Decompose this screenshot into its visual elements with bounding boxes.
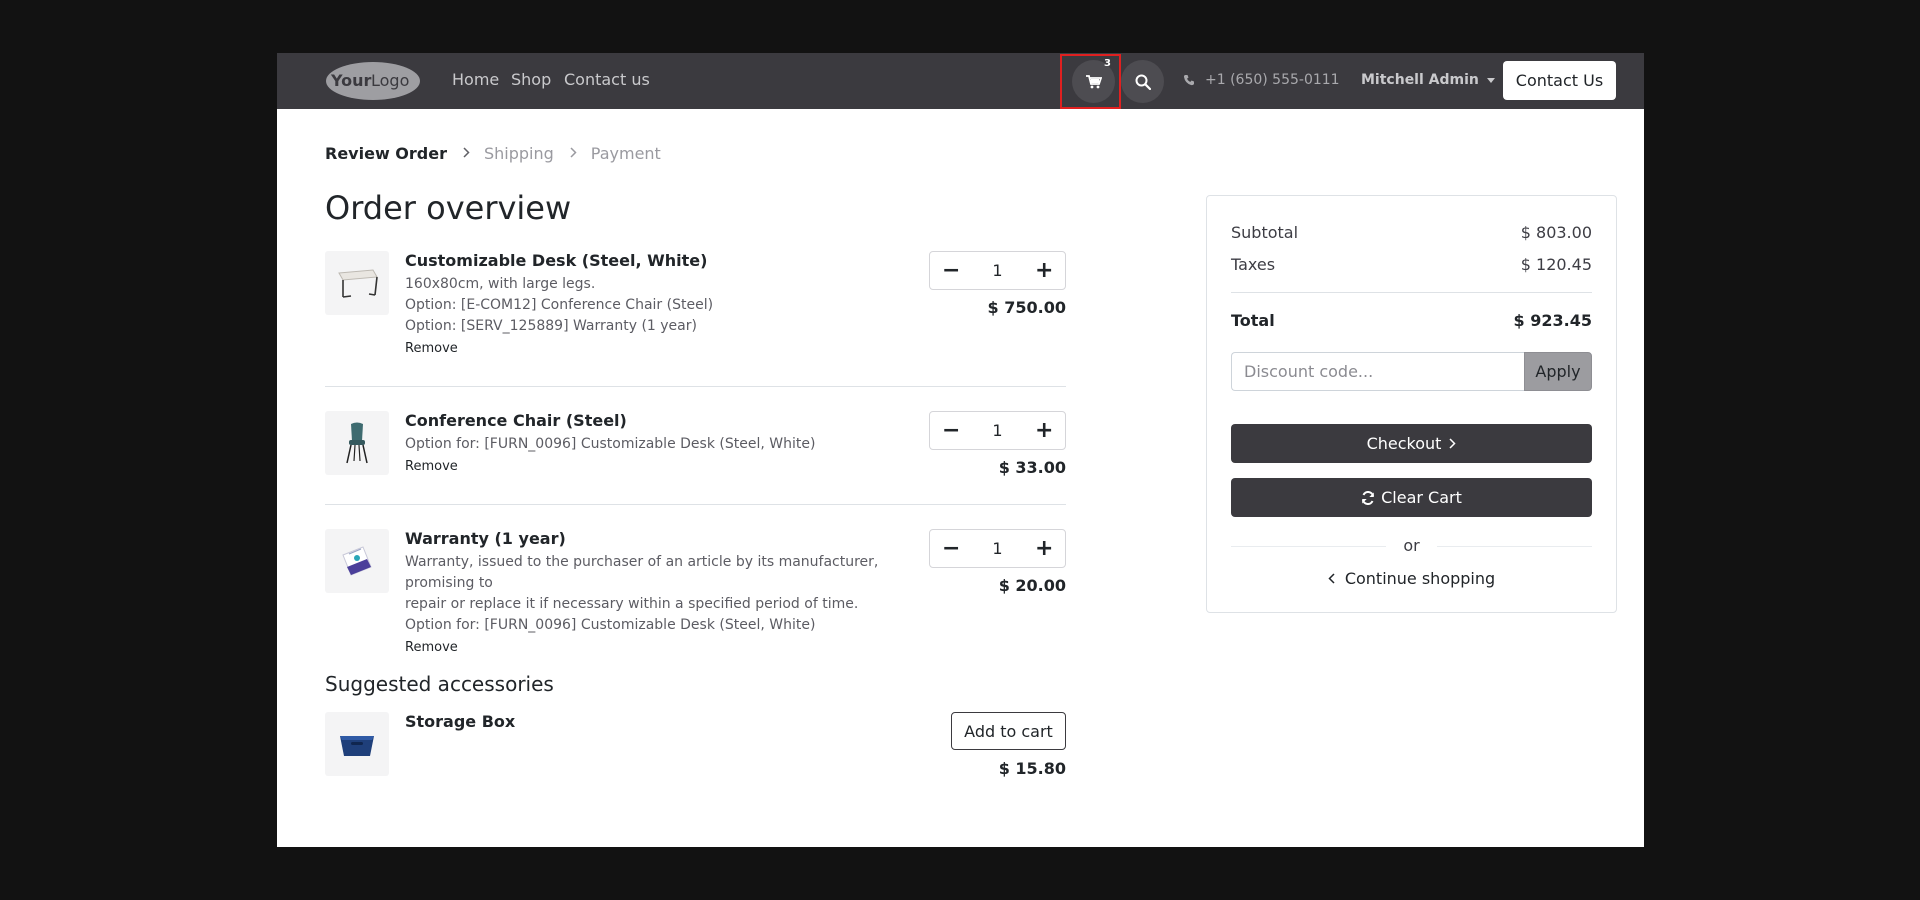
chevron-left-icon bbox=[1328, 573, 1335, 584]
taxes-value: $ 120.45 bbox=[1520, 255, 1592, 274]
minus-icon[interactable]: − bbox=[942, 259, 960, 282]
user-dropdown[interactable]: Mitchell Admin bbox=[1361, 72, 1495, 88]
nav-link-contact[interactable]: Contact us bbox=[564, 70, 650, 89]
quantity-input[interactable]: 1 bbox=[992, 421, 1002, 440]
suggested-price: $ 15.80 bbox=[998, 759, 1066, 778]
product-name[interactable]: Conference Chair (Steel) bbox=[405, 411, 915, 430]
product-option: Option for: [FURN_0096] Customizable Des… bbox=[405, 617, 816, 633]
continue-shopping-link[interactable]: Continue shopping bbox=[1207, 569, 1616, 588]
storage-box-thumbnail[interactable] bbox=[325, 712, 389, 776]
subtotal-label: Subtotal bbox=[1231, 223, 1299, 242]
nav-link-shop[interactable]: Shop bbox=[511, 70, 551, 89]
phone-number: +1 (650) 555-0111 bbox=[1205, 72, 1340, 88]
plus-icon[interactable]: + bbox=[1035, 419, 1053, 442]
line-price: $ 750.00 bbox=[987, 298, 1066, 317]
discount-code-input[interactable] bbox=[1231, 352, 1524, 391]
taxes-label: Taxes bbox=[1231, 255, 1276, 274]
cart-highlight-box bbox=[1060, 54, 1121, 109]
chair-thumbnail[interactable] bbox=[325, 411, 389, 475]
item-divider bbox=[325, 504, 1066, 505]
product-description: Warranty, issued to the purchaser of an … bbox=[405, 554, 879, 591]
product-option: Option for: [FURN_0096] Customizable Des… bbox=[405, 436, 816, 452]
chevron-down-icon bbox=[1486, 77, 1495, 83]
cart-line-desk: Customizable Desk (Steel, White) 160x80c… bbox=[325, 251, 1066, 363]
chevron-right-icon bbox=[570, 146, 577, 162]
phone-icon bbox=[1183, 75, 1194, 86]
quantity-stepper: − 1 + bbox=[929, 529, 1066, 568]
refresh-icon bbox=[1362, 490, 1375, 505]
chevron-right-icon bbox=[1449, 438, 1456, 449]
nav-link-home[interactable]: Home bbox=[452, 70, 499, 89]
company-logo[interactable]: Your Logo bbox=[325, 61, 421, 101]
product-name[interactable]: Storage Box bbox=[405, 712, 915, 731]
search-button[interactable] bbox=[1121, 60, 1164, 103]
summary-divider bbox=[1231, 292, 1592, 293]
item-divider bbox=[325, 386, 1066, 387]
checkout-steps: Review Order Shipping Payment bbox=[325, 144, 661, 163]
minus-icon[interactable]: − bbox=[942, 537, 960, 560]
product-description: 160x80cm, with large legs. bbox=[405, 276, 596, 292]
subtotal-row: Subtotal $ 803.00 bbox=[1231, 223, 1592, 242]
step-payment: Payment bbox=[590, 144, 661, 163]
or-line-right bbox=[1437, 546, 1592, 547]
suggested-accessories-title: Suggested accessories bbox=[325, 672, 554, 696]
continue-shopping-label: Continue shopping bbox=[1344, 569, 1496, 588]
user-name: Mitchell Admin bbox=[1361, 72, 1479, 88]
suggested-item-storage-box: Storage Box Add to cart $ 15.80 bbox=[325, 712, 1066, 782]
product-option: Option: [E-COM12] Conference Chair (Stee… bbox=[405, 297, 714, 313]
plus-icon[interactable]: + bbox=[1035, 259, 1053, 282]
step-review-order: Review Order bbox=[325, 144, 447, 163]
or-separator: or bbox=[1231, 536, 1592, 556]
remove-link[interactable]: Remove bbox=[405, 640, 915, 655]
discount-form: Apply bbox=[1231, 352, 1592, 391]
desk-thumbnail[interactable] bbox=[325, 251, 389, 315]
top-navbar: Your Logo Home Shop Contact us 3 +1 (650… bbox=[277, 53, 1644, 109]
product-name[interactable]: Customizable Desk (Steel, White) bbox=[405, 251, 915, 270]
logo-text-light: Logo bbox=[371, 71, 409, 90]
quantity-stepper: − 1 + bbox=[929, 411, 1066, 450]
quantity-input[interactable]: 1 bbox=[992, 261, 1002, 280]
add-to-cart-button[interactable]: Add to cart bbox=[951, 712, 1066, 750]
cart-line-warranty: Warranty (1 year) Warranty, issued to th… bbox=[325, 529, 1066, 655]
contact-us-button[interactable]: Contact Us bbox=[1503, 61, 1616, 100]
remove-link[interactable]: Remove bbox=[405, 459, 915, 474]
page-frame: Your Logo Home Shop Contact us 3 +1 (650… bbox=[277, 53, 1644, 847]
quantity-stepper: − 1 + bbox=[929, 251, 1066, 290]
page-title: Order overview bbox=[325, 189, 572, 227]
chevron-right-icon bbox=[463, 146, 470, 162]
quantity-input[interactable]: 1 bbox=[992, 539, 1002, 558]
cart-count-badge: 3 bbox=[1104, 58, 1111, 69]
minus-icon[interactable]: − bbox=[942, 419, 960, 442]
checkout-label: Checkout bbox=[1366, 434, 1442, 453]
clear-cart-label: Clear Cart bbox=[1381, 488, 1462, 507]
subtotal-value: $ 803.00 bbox=[1520, 223, 1592, 242]
apply-discount-button[interactable]: Apply bbox=[1524, 352, 1592, 391]
product-option: Option: [SERV_125889] Warranty (1 year) bbox=[405, 318, 697, 334]
phone-contact[interactable]: +1 (650) 555-0111 bbox=[1183, 72, 1340, 88]
step-shipping: Shipping bbox=[483, 144, 554, 163]
line-price: $ 20.00 bbox=[998, 576, 1066, 595]
warranty-thumbnail[interactable] bbox=[325, 529, 389, 593]
taxes-row: Taxes $ 120.45 bbox=[1231, 255, 1592, 274]
search-icon bbox=[1135, 74, 1151, 90]
product-description: repair or replace it if necessary within… bbox=[405, 596, 859, 612]
plus-icon[interactable]: + bbox=[1035, 537, 1053, 560]
total-label: Total bbox=[1231, 311, 1275, 330]
line-price: $ 33.00 bbox=[998, 458, 1066, 477]
cart-line-chair: Conference Chair (Steel) Option for: [FU… bbox=[325, 411, 1066, 491]
logo-text-bold: Your bbox=[330, 71, 372, 90]
order-summary-card: Subtotal $ 803.00 Taxes $ 120.45 Total $… bbox=[1206, 195, 1617, 613]
product-name[interactable]: Warranty (1 year) bbox=[405, 529, 915, 548]
total-row: Total $ 923.45 bbox=[1231, 311, 1592, 330]
clear-cart-button[interactable]: Clear Cart bbox=[1231, 478, 1592, 517]
remove-link[interactable]: Remove bbox=[405, 341, 915, 356]
total-value: $ 923.45 bbox=[1513, 311, 1592, 330]
checkout-button[interactable]: Checkout bbox=[1231, 424, 1592, 463]
